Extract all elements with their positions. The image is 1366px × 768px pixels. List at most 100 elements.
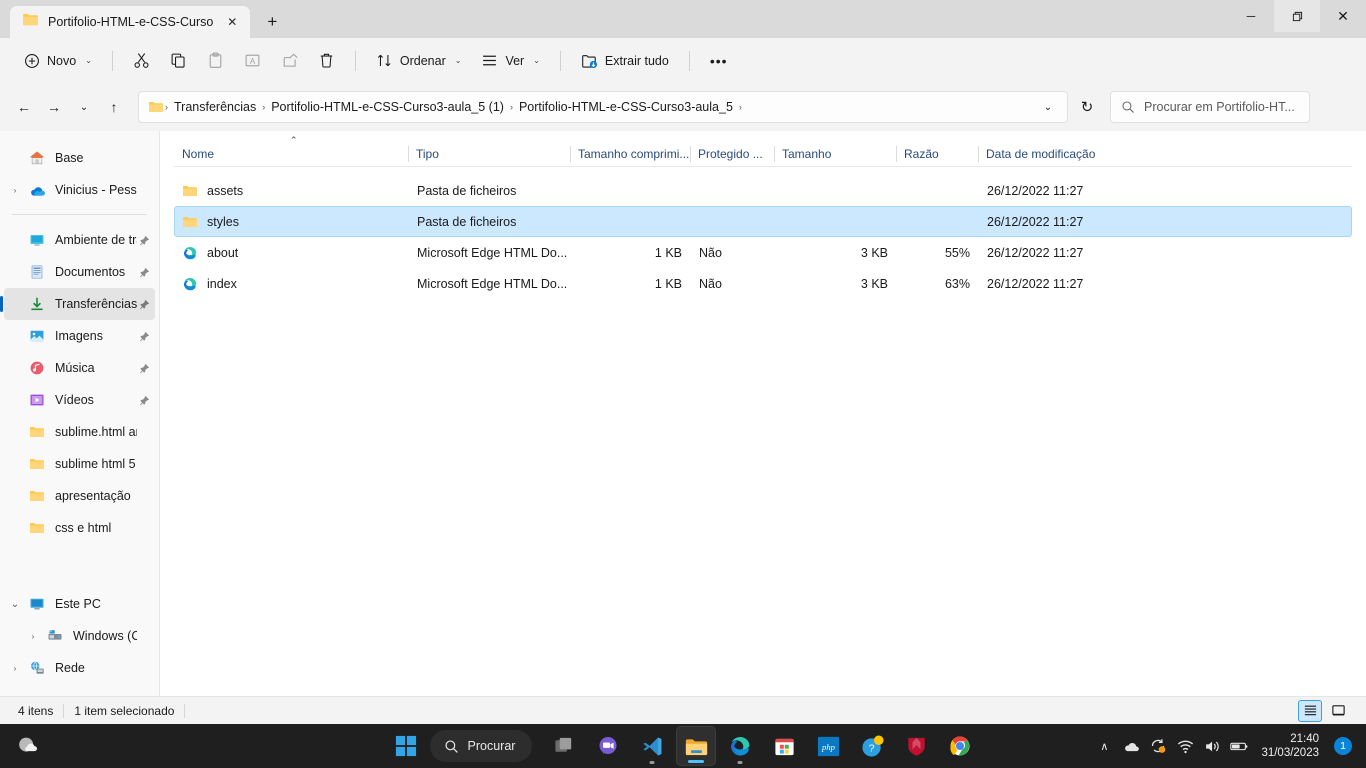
toolbar-divider-4 bbox=[688, 50, 690, 71]
chevron-right-icon[interactable]: › bbox=[4, 652, 26, 684]
sidebar-item-onedrive[interactable]: › Vinicius - Pessoal bbox=[4, 174, 155, 206]
sidebar-item-transferencias[interactable]: Transferências bbox=[0, 288, 155, 320]
column-header-size[interactable]: Tamanho bbox=[774, 142, 896, 167]
paste-button[interactable] bbox=[198, 45, 233, 77]
sidebar-item-imagens[interactable]: Imagens bbox=[4, 320, 155, 352]
more-options-button[interactable]: ••• bbox=[701, 45, 737, 77]
clock[interactable]: 21:40 31/03/2023 bbox=[1261, 732, 1319, 761]
sidebar-item-documentos[interactable]: Documentos bbox=[4, 256, 155, 288]
address-dropdown-button[interactable]: ⌄ bbox=[1033, 92, 1063, 122]
sort-button[interactable]: Ordenar ⌄ bbox=[367, 45, 471, 77]
toolbar-divider-1 bbox=[111, 50, 113, 71]
sidebar-item-ambiente-de-trabalho[interactable]: Ambiente de tra bbox=[4, 224, 155, 256]
chevron-down-icon[interactable]: ⌄ bbox=[4, 588, 26, 620]
share-button[interactable] bbox=[272, 45, 307, 77]
column-header-ratio[interactable]: Razão bbox=[896, 142, 978, 167]
breadcrumb-item-2[interactable]: Portifolio-HTML-e-CSS-Curso3-aula_5 bbox=[514, 97, 738, 117]
new-button[interactable]: Novo ⌄ bbox=[14, 45, 101, 77]
rename-button[interactable]: A bbox=[235, 45, 270, 77]
sidebar-item-videos[interactable]: Vídeos bbox=[4, 384, 155, 416]
file-name-cell[interactable]: about bbox=[175, 245, 409, 261]
microsoft-store-icon[interactable] bbox=[764, 726, 804, 766]
sidebar-item-este-pc[interactable]: ⌄ Este PC bbox=[4, 588, 155, 620]
navigation-pane[interactable]: Base › Vinicius - Pessoal Ambiente de tr… bbox=[0, 131, 160, 696]
cut-button[interactable] bbox=[124, 45, 159, 77]
chevron-right-icon[interactable]: › bbox=[22, 620, 44, 652]
file-name-cell[interactable]: styles bbox=[175, 214, 409, 230]
notification-center-button[interactable]: 1 bbox=[1330, 726, 1356, 766]
table-row[interactable]: index Microsoft Edge HTML Do... 1 KB Não… bbox=[174, 268, 1352, 299]
search-box[interactable]: Procurar em Portifolio-HT... bbox=[1110, 91, 1310, 123]
column-header-compressed-size[interactable]: Tamanho comprimi... bbox=[570, 142, 690, 167]
tab-active[interactable]: Portifolio-HTML-e-CSS-Curso ✕ bbox=[10, 6, 251, 38]
back-button[interactable]: ← bbox=[9, 92, 39, 122]
taskbar-search[interactable]: Procurar bbox=[429, 730, 533, 762]
column-header-modified[interactable]: Data de modificação bbox=[978, 142, 1148, 167]
sidebar-item-rede[interactable]: › Rede bbox=[4, 652, 155, 684]
vscode-icon[interactable] bbox=[632, 726, 672, 766]
sidebar-item-base[interactable]: Base bbox=[4, 142, 155, 174]
breadcrumb-item-1[interactable]: Portifolio-HTML-e-CSS-Curso3-aula_5 (1) bbox=[266, 97, 509, 117]
recent-locations-button[interactable]: ⌄ bbox=[69, 92, 99, 122]
search-input[interactable]: Procurar em Portifolio-HT... bbox=[1144, 100, 1295, 114]
forward-button[interactable]: → bbox=[39, 92, 69, 122]
sidebar-item-sublime-html-5-css[interactable]: sublime html 5 css bbox=[4, 448, 155, 480]
chevron-right-icon[interactable]: › bbox=[4, 174, 26, 206]
file-modified-cell: 26/12/2022 11:27 bbox=[987, 183, 1084, 198]
details-view-icon[interactable] bbox=[1298, 699, 1322, 722]
sidebar-item-apresentacao[interactable]: apresentação bbox=[4, 480, 155, 512]
restore-button[interactable] bbox=[1274, 0, 1320, 32]
help-icon[interactable]: ? bbox=[852, 726, 892, 766]
up-button[interactable]: ↑ bbox=[99, 92, 129, 122]
tab-strip: Portifolio-HTML-e-CSS-Curso ✕ + bbox=[0, 0, 288, 38]
svg-text:A: A bbox=[250, 57, 256, 66]
task-view-icon[interactable] bbox=[544, 726, 584, 766]
file-name-cell[interactable]: index bbox=[175, 276, 409, 292]
delete-button[interactable] bbox=[309, 45, 344, 77]
sidebar-item-musica[interactable]: Música bbox=[4, 352, 155, 384]
sync-tray-icon[interactable] bbox=[1145, 726, 1171, 766]
wifi-icon[interactable] bbox=[1172, 726, 1198, 766]
file-explorer-icon[interactable] bbox=[676, 726, 717, 766]
svg-text:?: ? bbox=[869, 742, 875, 754]
share-icon bbox=[281, 52, 298, 69]
table-row[interactable]: styles Pasta de ficheiros 26/12/2022 11:… bbox=[174, 206, 1352, 237]
new-tab-button[interactable]: + bbox=[256, 6, 288, 38]
chrome-icon[interactable] bbox=[940, 726, 980, 766]
minimize-button[interactable]: ─ bbox=[1228, 0, 1274, 32]
column-header-name[interactable]: Nome ⌃ bbox=[174, 135, 408, 167]
breadcrumb-item-0[interactable]: Transferências bbox=[169, 97, 261, 117]
chat-teams-icon[interactable] bbox=[588, 726, 628, 766]
close-tab-icon[interactable]: ✕ bbox=[222, 12, 242, 32]
volume-icon[interactable] bbox=[1199, 726, 1225, 766]
status-bar: 4 itens 1 item selecionado bbox=[0, 696, 1366, 724]
file-list-pane[interactable]: Nome ⌃ Tipo Tamanho comprimi... Protegid… bbox=[160, 131, 1366, 696]
copy-button[interactable] bbox=[161, 45, 196, 77]
weather-widget[interactable] bbox=[0, 733, 56, 759]
mcafee-icon[interactable] bbox=[896, 726, 936, 766]
large-icons-view-icon[interactable] bbox=[1326, 700, 1350, 722]
close-window-button[interactable]: ✕ bbox=[1320, 0, 1366, 32]
file-name-cell[interactable]: assets bbox=[175, 183, 409, 199]
edge-icon[interactable] bbox=[720, 726, 760, 766]
content-area: Base › Vinicius - Pessoal Ambiente de tr… bbox=[0, 131, 1366, 696]
address-bar[interactable]: › Transferências › Portifolio-HTML-e-CSS… bbox=[138, 91, 1068, 123]
battery-icon[interactable] bbox=[1226, 726, 1252, 766]
start-button[interactable] bbox=[386, 726, 426, 766]
table-row[interactable]: about Microsoft Edge HTML Do... 1 KB Não… bbox=[174, 237, 1352, 268]
onedrive-tray-icon[interactable] bbox=[1118, 726, 1144, 766]
column-header-protected[interactable]: Protegido ... bbox=[690, 142, 774, 167]
php-icon[interactable]: php bbox=[808, 726, 848, 766]
view-button[interactable]: Ver ⌄ bbox=[472, 45, 548, 77]
extract-all-button[interactable]: Extrair tudo bbox=[572, 45, 678, 77]
column-header-type[interactable]: Tipo bbox=[408, 142, 570, 167]
tray-overflow-icon[interactable]: ∧ bbox=[1091, 726, 1117, 766]
table-row[interactable]: assets Pasta de ficheiros 26/12/2022 11:… bbox=[174, 175, 1352, 206]
sidebar-item-windows-c[interactable]: › Windows (C:) bbox=[4, 620, 155, 652]
drive-icon bbox=[44, 628, 66, 644]
sidebar-item-sublime-html-andra[interactable]: sublime.html andra bbox=[4, 416, 155, 448]
refresh-button[interactable]: ↻ bbox=[1072, 92, 1102, 122]
sidebar-item-css-e-html[interactable]: css e html bbox=[4, 512, 155, 544]
file-type-cell: Pasta de ficheiros bbox=[417, 214, 517, 229]
